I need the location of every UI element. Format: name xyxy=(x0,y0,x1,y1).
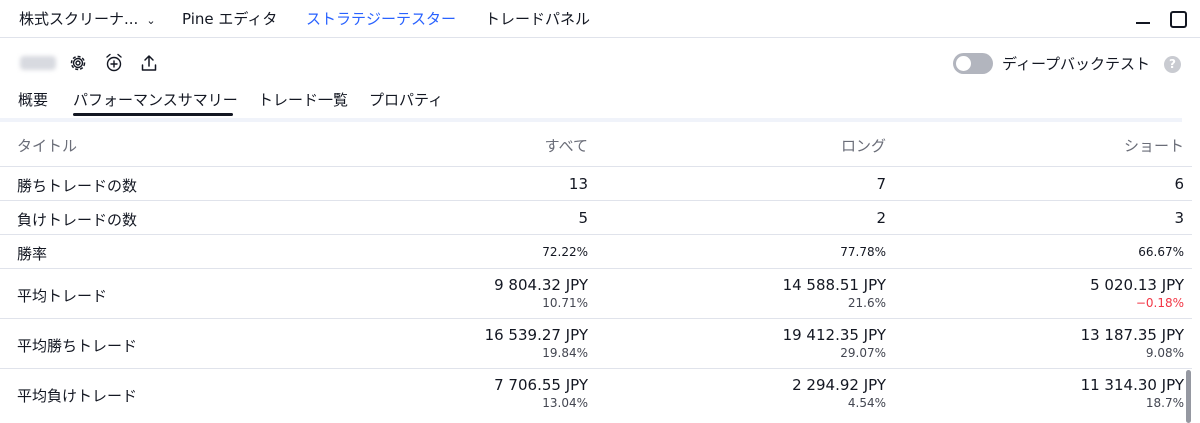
table-row: 平均勝ちトレード 16 539.27 JPY 19.84% 19 412.35 … xyxy=(0,319,1192,369)
tab-pine-editor[interactable]: Pine エディタ xyxy=(182,8,277,29)
table-row: 勝率 72.22% 77.78% 66.67% xyxy=(0,235,1192,269)
cell-long: 2 xyxy=(876,209,886,227)
table-header-row: タイトル すべて ロング ショート xyxy=(0,124,1192,167)
alarm-add-icon[interactable] xyxy=(104,53,124,73)
cell-all-percent: 13.04% xyxy=(542,396,588,410)
tab-strategy-tester[interactable]: ストラテジーテスター xyxy=(306,8,456,29)
cell-all: 5 xyxy=(578,209,588,227)
cell-short: 6 xyxy=(1174,175,1184,193)
toggle-knob xyxy=(956,56,971,71)
cell-short-percent: −0.18% xyxy=(1135,296,1184,310)
table-row: 負けトレードの数 5 2 3 xyxy=(0,201,1192,235)
table-row: 勝ちトレードの数 13 7 6 xyxy=(0,167,1192,201)
table-row: 平均トレード 9 804.32 JPY 10.71% 14 588.51 JPY… xyxy=(0,269,1192,319)
cell-short: 3 xyxy=(1174,209,1184,227)
cell-long-percent: 21.6% xyxy=(847,296,886,310)
active-tab-indicator xyxy=(73,113,233,116)
cell-all-percent: 10.71% xyxy=(542,296,588,310)
header-title: タイトル xyxy=(17,137,78,155)
tab-performance-summary[interactable]: パフォーマンスサマリー xyxy=(73,89,238,110)
cell-long: 7 xyxy=(876,175,886,193)
row-title: 勝ちトレードの数 xyxy=(17,177,138,195)
cell-long-value: 19 412.35 JPY xyxy=(782,326,886,344)
gear-icon[interactable] xyxy=(68,53,88,73)
cell-all-value: 9 804.32 JPY xyxy=(494,276,588,294)
cell-all: 13 xyxy=(568,175,588,193)
tab-stock-screener-label: 株式スクリーナ... xyxy=(19,10,139,28)
help-icon[interactable]: ? xyxy=(1164,56,1181,73)
cell-short-value: 5 020.13 JPY xyxy=(1090,276,1184,294)
deep-backtest-label: ディープバックテスト xyxy=(1002,55,1151,73)
bottom-panel-tabbar: 株式スクリーナ... ⌄ Pine エディタ ストラテジーテスター トレードパネル xyxy=(0,0,1200,38)
cell-all: 72.22% xyxy=(542,245,588,259)
export-icon[interactable] xyxy=(139,53,159,73)
strategy-name-blurred[interactable] xyxy=(20,56,56,70)
tabs-divider xyxy=(0,118,1182,122)
row-title: 勝率 xyxy=(17,245,48,263)
row-title: 負けトレードの数 xyxy=(17,211,138,229)
cell-long-value: 2 294.92 JPY xyxy=(792,376,886,394)
maximize-icon[interactable] xyxy=(1166,8,1188,30)
row-title: 平均負けトレード xyxy=(17,387,138,405)
row-title: 平均勝ちトレード xyxy=(17,337,138,355)
cell-short: 66.67% xyxy=(1138,245,1184,259)
minimize-icon[interactable] xyxy=(1132,8,1154,30)
cell-all-value: 16 539.27 JPY xyxy=(484,326,588,344)
vertical-scrollbar[interactable] xyxy=(1186,370,1191,423)
header-all: すべて xyxy=(544,137,588,155)
tab-list-of-trades[interactable]: トレード一覧 xyxy=(258,89,348,110)
header-long: ロング xyxy=(840,137,886,155)
row-title: 平均トレード xyxy=(17,287,108,305)
cell-short-percent: 18.7% xyxy=(1145,396,1184,410)
cell-long-percent: 4.54% xyxy=(847,396,886,410)
cell-long-percent: 29.07% xyxy=(840,346,886,360)
cell-long-value: 14 588.51 JPY xyxy=(782,276,886,294)
table-row: 平均負けトレード 7 706.55 JPY 13.04% 2 294.92 JP… xyxy=(0,369,1192,419)
deep-backtest-toggle[interactable] xyxy=(953,53,993,74)
cell-short-percent: 9.08% xyxy=(1145,346,1184,360)
cell-short-value: 11 314.30 JPY xyxy=(1080,376,1184,394)
tab-trading-panel[interactable]: トレードパネル xyxy=(485,8,590,29)
tab-stock-screener[interactable]: 株式スクリーナ... ⌄ xyxy=(19,8,156,29)
cell-all-value: 7 706.55 JPY xyxy=(494,376,588,394)
performance-summary-table: タイトル すべて ロング ショート 勝ちトレードの数 13 7 6 負けトレード… xyxy=(0,124,1192,419)
tab-overview[interactable]: 概要 xyxy=(18,89,48,110)
cell-long: 77.78% xyxy=(840,245,886,259)
chevron-down-icon[interactable]: ⌄ xyxy=(146,14,155,27)
cell-all-percent: 19.84% xyxy=(542,346,588,360)
header-short: ショート xyxy=(1123,137,1184,155)
cell-short-value: 13 187.35 JPY xyxy=(1080,326,1184,344)
tab-properties[interactable]: プロパティ xyxy=(369,89,443,110)
